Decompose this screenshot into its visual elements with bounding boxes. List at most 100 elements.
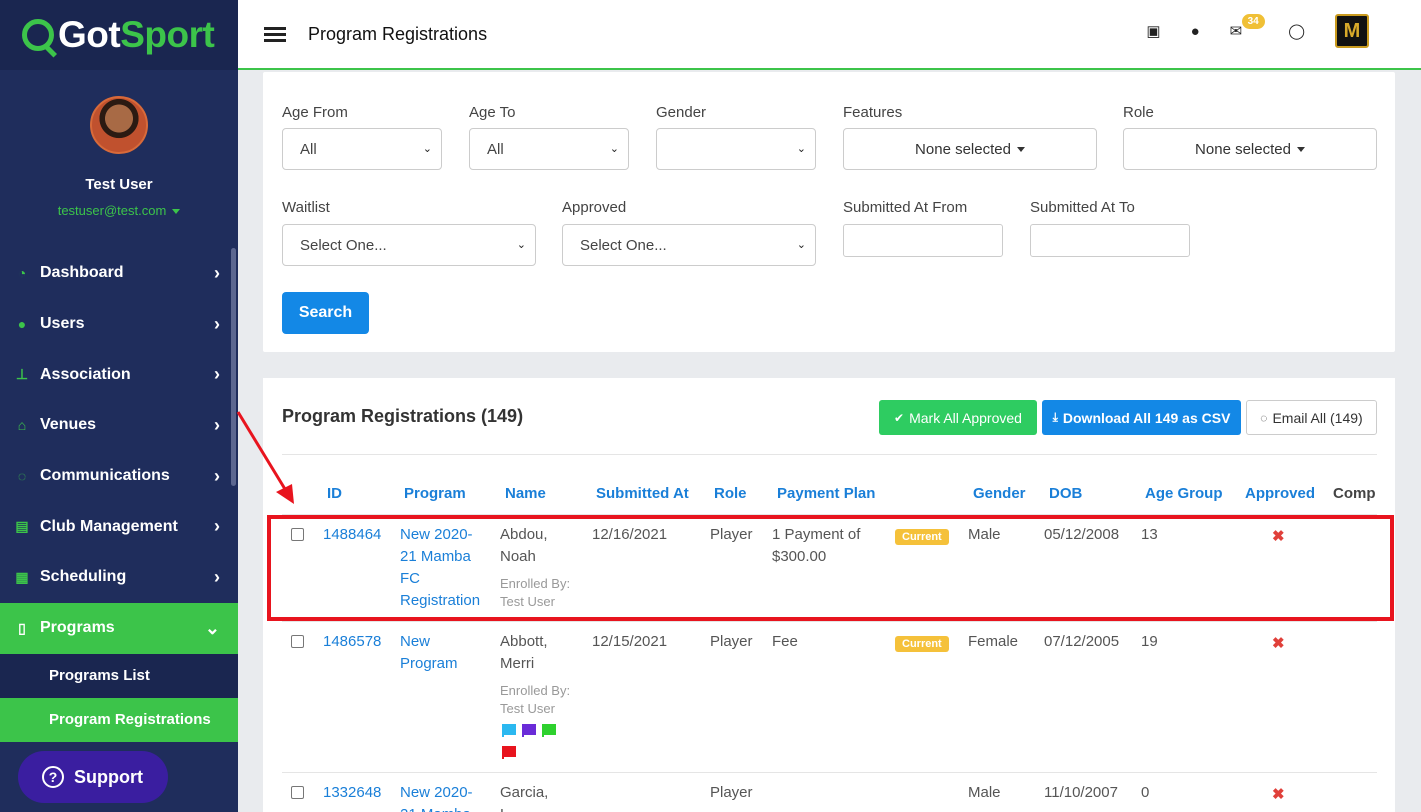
chevron-right-icon: ›: [214, 262, 220, 283]
column-header-role[interactable]: Role: [714, 485, 747, 502]
role: Player: [710, 784, 753, 801]
sidebar-item-label: Programs: [40, 619, 115, 637]
support-button[interactable]: ? Support: [18, 751, 168, 803]
column-header-age-group[interactable]: Age Group: [1145, 485, 1223, 502]
column-header-comp[interactable]: Comp: [1333, 485, 1376, 502]
submitted-to-input[interactable]: [1030, 224, 1190, 257]
mark-all-approved-button[interactable]: ✔ Mark All Approved: [879, 400, 1037, 435]
calendar-icon: ▦: [15, 568, 29, 585]
qr-code-icon[interactable]: ▣: [1146, 22, 1160, 40]
check-icon: ✔: [894, 410, 905, 425]
sidebar-subitem-programs-list[interactable]: Programs List: [0, 653, 238, 698]
mail-icon[interactable]: ✉ 34: [1230, 14, 1265, 40]
chevron-right-icon: ›: [214, 313, 220, 334]
sidebar-item-label: Venues: [40, 416, 97, 434]
column-header-id[interactable]: ID: [327, 485, 342, 502]
payment-line: Fee: [772, 633, 798, 650]
name-line: L: [500, 804, 548, 812]
sidebar-item-association[interactable]: ⊥ Association ›: [0, 349, 238, 400]
registration-id-link[interactable]: 1332648: [323, 782, 381, 804]
user-email-dropdown[interactable]: testuser@test.com: [0, 203, 238, 218]
email-all-label: Email All (149): [1272, 409, 1363, 426]
chat-icon[interactable]: ◯: [1288, 22, 1305, 40]
submitted-from-input[interactable]: [843, 224, 1003, 257]
mail-badge: 34: [1241, 14, 1265, 29]
chevron-down-icon: ⌄: [796, 239, 806, 251]
approved-select[interactable]: Select One... ⌄: [562, 224, 816, 266]
not-approved-icon[interactable]: ✖: [1272, 634, 1285, 652]
age-group: 0: [1141, 784, 1150, 801]
sidebar-item-club-management[interactable]: ▤ Club Management ›: [0, 501, 238, 552]
sidebar-item-label: Scheduling: [40, 568, 127, 586]
program-link[interactable]: New Program: [400, 631, 458, 675]
sidebar-item-label: Communications: [40, 467, 170, 485]
question-icon: ?: [42, 766, 64, 788]
flag-icon[interactable]: [522, 724, 536, 737]
name-line: Merri: [500, 655, 535, 672]
annotation-arrow-icon: [236, 411, 294, 504]
player-name: Garcia, L: [500, 782, 548, 812]
flag-icon[interactable]: [502, 746, 516, 759]
club-logo-letter: M: [1343, 19, 1361, 42]
email-all-button[interactable]: ◌ Email All (149): [1246, 400, 1377, 435]
age-from-value: All: [300, 140, 317, 158]
age-to-select[interactable]: All ⌄: [469, 128, 629, 170]
chevron-right-icon: ›: [214, 566, 220, 587]
waitlist-label: Waitlist: [282, 199, 330, 216]
avatar[interactable]: [90, 96, 148, 154]
club-logo[interactable]: M: [1335, 14, 1369, 48]
user-icon[interactable]: ●: [1191, 23, 1200, 40]
chevron-right-icon: ›: [214, 414, 220, 435]
sidebar: GotSport Test User testuser@test.com ◔ Da…: [0, 0, 238, 812]
role-value: None selected: [1195, 140, 1291, 158]
column-header-gender[interactable]: Gender: [973, 485, 1026, 502]
role: Player: [710, 633, 753, 650]
sidebar-item-communications[interactable]: ◌ Communications ›: [0, 451, 238, 502]
column-header-payment-plan[interactable]: Payment Plan: [777, 485, 875, 502]
gender-select[interactable]: ⌄: [656, 128, 816, 170]
sidebar-item-venues[interactable]: ⌂ Venues ›: [0, 400, 238, 451]
status-badge: Current: [895, 636, 949, 652]
flag-icon[interactable]: [542, 724, 556, 737]
program-link[interactable]: New 2020- 21 Mamba: [400, 782, 473, 812]
gender: Male: [968, 784, 1001, 801]
download-csv-button[interactable]: ⤓ Download All 149 as CSV: [1042, 400, 1241, 435]
mark-all-approved-label: Mark All Approved: [909, 409, 1022, 426]
program-line: New: [400, 633, 431, 650]
gotsport-logo[interactable]: GotSport: [0, 0, 238, 70]
gender-label: Gender: [656, 104, 707, 121]
hamburger-menu-icon[interactable]: [264, 24, 286, 45]
column-header-program[interactable]: Program: [404, 485, 466, 502]
download-csv-label: Download All 149 as CSV: [1062, 409, 1231, 426]
column-header-approved[interactable]: Approved: [1245, 485, 1315, 502]
sidebar-item-label: Association: [40, 365, 131, 383]
row-checkbox[interactable]: [291, 786, 304, 799]
registration-id-link[interactable]: 1486578: [323, 631, 381, 653]
column-header-dob[interactable]: DOB: [1049, 485, 1082, 502]
age-from-select[interactable]: All ⌄: [282, 128, 442, 170]
sidebar-item-label: Users: [40, 315, 85, 333]
sidebar-item-programs[interactable]: ▯ Programs ⌄: [0, 602, 238, 654]
sidebar-item-scheduling[interactable]: ▦ Scheduling ›: [0, 552, 238, 603]
chevron-down-icon: ⌄: [796, 143, 806, 155]
role-multiselect[interactable]: None selected: [1123, 128, 1377, 170]
waitlist-select[interactable]: Select One... ⌄: [282, 224, 536, 266]
flag-icon[interactable]: [502, 724, 516, 737]
logo-q-icon: [22, 19, 54, 51]
sidebar-item-users[interactable]: ● Users ›: [0, 299, 238, 350]
age-to-value: All: [487, 140, 504, 158]
features-multiselect[interactable]: None selected: [843, 128, 1097, 170]
approved-label: Approved: [562, 199, 627, 216]
dob: 11/10/2007: [1044, 784, 1118, 801]
not-approved-icon[interactable]: ✖: [1272, 785, 1285, 803]
search-button[interactable]: Search: [282, 292, 369, 334]
sidebar-item-dashboard[interactable]: ◔ Dashboard ›: [0, 248, 238, 299]
user-name: Test User: [85, 176, 153, 193]
column-header-submitted-at[interactable]: Submitted At: [596, 485, 689, 502]
sidebar-subitem-program-registrations[interactable]: Program Registrations: [0, 697, 238, 742]
row-checkbox[interactable]: [291, 635, 304, 648]
user-email: testuser@test.com: [57, 203, 167, 218]
column-header-name[interactable]: Name: [505, 485, 546, 502]
submitted-to-label: Submitted At To: [1030, 199, 1135, 216]
program-line: 21 Mamba: [400, 804, 473, 812]
